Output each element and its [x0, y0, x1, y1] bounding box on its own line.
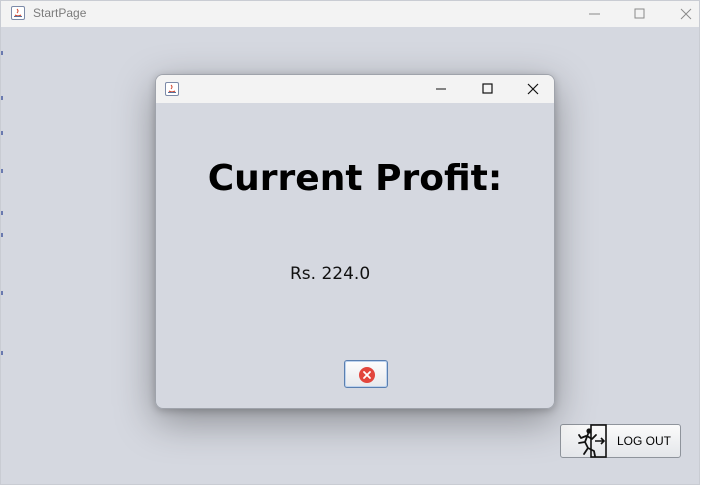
- close-dialog-button[interactable]: [344, 360, 388, 388]
- profit-dialog: Current Profit: Rs. 224.0: [155, 74, 555, 409]
- dialog-close-button[interactable]: [510, 76, 554, 102]
- close-window-button[interactable]: [663, 1, 702, 27]
- maximize-icon: [634, 8, 645, 19]
- logout-label: LOG OUT: [617, 434, 672, 448]
- dialog-maximize-button[interactable]: [465, 76, 511, 102]
- close-icon: [680, 8, 692, 20]
- minimize-icon: [436, 88, 446, 90]
- java-app-icon: [165, 82, 179, 96]
- minimize-button[interactable]: [572, 1, 618, 27]
- profit-value: Rs. 224.0: [290, 264, 371, 284]
- close-icon: [527, 83, 539, 95]
- dialog-titlebar[interactable]: [156, 75, 554, 103]
- main-titlebar[interactable]: StartPage: [1, 1, 699, 27]
- logout-button[interactable]: LOG OUT: [560, 424, 681, 458]
- java-app-icon: [11, 6, 25, 20]
- dialog-heading: Current Profit:: [207, 158, 503, 199]
- minimize-icon: [589, 13, 600, 15]
- window-title: StartPage: [33, 6, 87, 20]
- maximize-icon: [482, 83, 493, 94]
- close-circle-icon: [359, 367, 375, 383]
- maximize-button[interactable]: [617, 1, 663, 27]
- exit-running-man-icon: [578, 424, 607, 458]
- dialog-minimize-button[interactable]: [419, 76, 465, 102]
